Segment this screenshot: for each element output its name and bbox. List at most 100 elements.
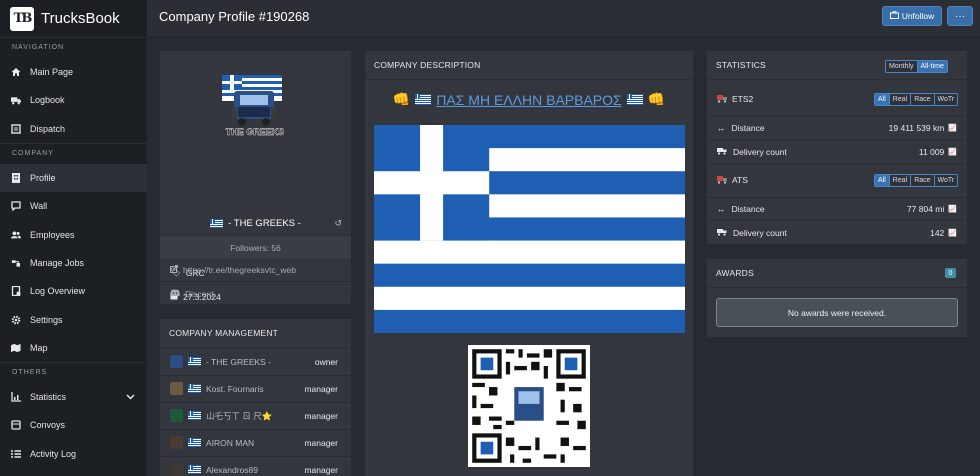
greece-flag-image	[374, 125, 685, 333]
sidebar-item-activity-log[interactable]: Activity Log	[0, 440, 147, 468]
page-title: Company Profile #190268	[159, 9, 310, 24]
member-role: manager	[304, 464, 338, 475]
trucksbook-logo-icon: TB	[10, 6, 34, 31]
fist-icon: 👊	[647, 91, 666, 107]
unfollow-icon	[889, 11, 899, 21]
sidebar-item-label: Activity Log	[30, 448, 77, 459]
sidebar-item-label: Dispatch	[30, 123, 66, 134]
ats-distance-row: ↔ Distance 77 804 mi 📈	[707, 197, 967, 221]
company-management-card: COMPANY MANAGEMENT - THE GREEKS - owner …	[160, 319, 351, 476]
filter-real-button[interactable]: Real	[889, 175, 912, 186]
sidebar-item-log-overview[interactable]: Log Overview	[0, 277, 147, 305]
sidebar-item-label: Convoys	[30, 420, 66, 431]
company-name: - THE GREEKS - ↺	[160, 213, 351, 235]
chart-line-icon[interactable]: 📈	[948, 205, 957, 213]
avatar	[170, 436, 183, 450]
ets2-label: ETS2	[732, 94, 754, 104]
followers-count[interactable]: Followers: 56	[160, 237, 351, 259]
filter-race-button[interactable]: Race	[911, 94, 935, 105]
delivery-label: Delivery count	[733, 146, 787, 157]
filter-all-button[interactable]: All	[875, 94, 890, 105]
avatar	[170, 463, 183, 476]
sidebar-item-logbook[interactable]: Logbook	[0, 86, 147, 114]
sidebar-item-label: Log Overview	[30, 286, 86, 297]
management-row[interactable]: - THE GREEKS - owner	[160, 349, 351, 376]
users-icon	[11, 230, 21, 240]
member-name[interactable]: AIRON MAN	[206, 438, 254, 448]
sidebar-item-settings[interactable]: Settings	[0, 305, 147, 333]
greece-flag-icon	[415, 94, 432, 105]
sidebar-item-statistics[interactable]: Statistics	[0, 383, 147, 411]
greece-flag-icon	[188, 384, 201, 394]
qr-code-image[interactable]	[468, 345, 590, 467]
member-role: manager	[304, 383, 338, 394]
awards-count-badge: 0	[945, 268, 956, 278]
nav-section-title: NAVIGATION	[12, 44, 65, 51]
chart-line-icon[interactable]: 📈	[948, 124, 957, 132]
clipboard-icon	[11, 124, 21, 134]
fist-icon: 👊	[392, 91, 411, 107]
management-title: COMPANY MANAGEMENT	[160, 319, 351, 348]
member-name[interactable]: - THE GREEKS -	[206, 357, 271, 367]
member-name[interactable]: Kost. Fournaris	[206, 384, 264, 394]
history-icon[interactable]: ↺	[334, 218, 342, 229]
ets2-delivery-row: Delivery count 11 009 📈	[707, 140, 967, 164]
filter-race-button[interactable]: Race	[911, 175, 935, 186]
truck-icon	[11, 95, 21, 105]
chart-line-icon[interactable]: 📈	[948, 148, 957, 156]
management-row[interactable]: Alexandros89 manager	[160, 457, 351, 476]
member-role: owner	[314, 356, 338, 367]
comment-icon	[11, 201, 21, 212]
description-title: COMPANY DESCRIPTION	[365, 51, 693, 80]
greece-flag-icon	[188, 465, 201, 475]
chart-line-icon[interactable]: 📈	[948, 229, 957, 237]
distance-icon: ↔	[717, 204, 726, 214]
sidebar-item-manage-jobs[interactable]: Manage Jobs	[0, 249, 147, 277]
sidebar-item-label: Settings	[30, 314, 63, 325]
member-name[interactable]: Alexandros89	[206, 465, 258, 475]
company-link-row[interactable]: https://tr.ee/thegreeksvtc_web	[160, 258, 351, 282]
chart-icon	[11, 392, 21, 402]
more-options-button[interactable]: ···	[947, 6, 973, 26]
period-all-time-button[interactable]: All-time	[917, 61, 947, 72]
greece-flag-icon	[188, 438, 201, 448]
external-link-icon	[170, 264, 178, 275]
sidebar-item-dispatch[interactable]: Dispatch	[0, 115, 147, 143]
ets2-distance-row: ↔ Distance 19 411 539 km 📈	[707, 116, 967, 140]
sidebar-item-employees[interactable]: Employees	[0, 220, 147, 248]
company-website-link[interactable]: https://tr.ee/thegreeksvtc_web	[183, 265, 296, 275]
management-row[interactable]: Kost. Fournaris manager	[160, 376, 351, 403]
filter-wotr-button[interactable]: WoTr	[934, 94, 958, 105]
sidebar-item-main-page[interactable]: Main Page	[0, 58, 147, 86]
distance-label: Distance	[731, 123, 765, 133]
ats-label: ATS	[732, 175, 748, 185]
sidebar-item-convoys[interactable]: Convoys	[0, 411, 147, 439]
distance-icon: ↔	[717, 123, 726, 133]
avatar	[170, 409, 183, 423]
sidebar-item-label: Main Page	[30, 67, 74, 78]
awards-card: AWARDS 0 No awards were received.	[707, 259, 967, 337]
brand-name: TrucksBook	[41, 10, 120, 27]
period-monthly-button[interactable]: Monthly	[886, 61, 918, 72]
member-name[interactable]: 山乇丂ㄒ ㄖ 尺⭐	[206, 410, 272, 422]
brand[interactable]: TB TrucksBook	[0, 0, 147, 38]
member-role: manager	[304, 410, 338, 421]
sidebar-item-map[interactable]: Map	[0, 334, 147, 362]
headline-text[interactable]: ΠΑΣ ΜΗ ΕΛΛΗΝ ΒΑΡΒΑΡΟΣ	[436, 92, 621, 108]
delivery-truck-icon	[717, 228, 727, 238]
management-row[interactable]: 山乇丂ㄒ ㄖ 尺⭐ manager	[160, 403, 351, 430]
sidebar-item-profile[interactable]: Profile	[0, 163, 147, 193]
sidebar-item-wall[interactable]: Wall	[0, 192, 147, 220]
filter-real-button[interactable]: Real	[889, 94, 912, 105]
jobs-icon	[11, 258, 21, 268]
management-row[interactable]: AIRON MAN manager	[160, 430, 351, 457]
greece-flag-icon	[188, 357, 201, 367]
statistics-card: STATISTICS Monthly All-time ETS2 All Rea…	[707, 51, 967, 244]
filter-all-button[interactable]: All	[875, 175, 890, 186]
discord-link[interactable]: Discord	[185, 289, 214, 299]
unfollow-button[interactable]: Unfollow	[882, 6, 942, 26]
company-discord-row[interactable]: Discord	[160, 282, 351, 306]
company-section-title: COMPANY	[12, 149, 54, 157]
building-icon	[11, 173, 21, 184]
filter-wotr-button[interactable]: WoTr	[934, 175, 958, 186]
